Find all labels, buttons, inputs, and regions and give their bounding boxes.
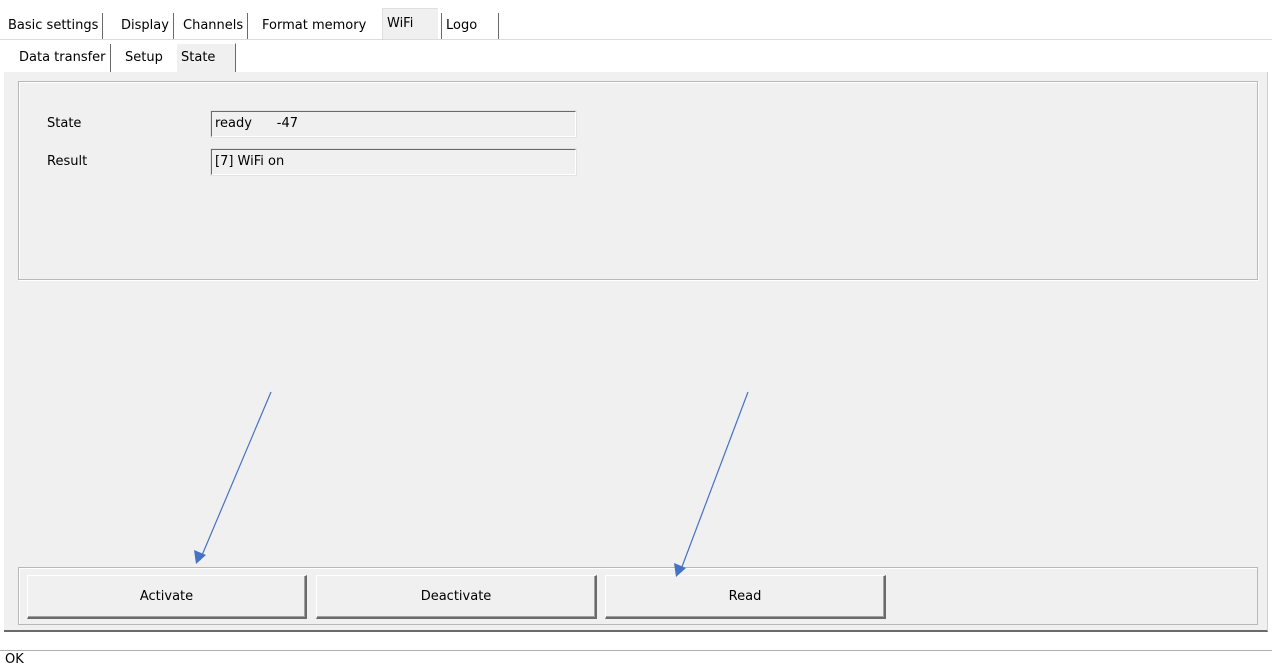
subtab-state[interactable]: State bbox=[176, 43, 236, 73]
activate-button[interactable]: Activate bbox=[27, 575, 307, 619]
result-value-field: [7] WiFi on bbox=[211, 149, 576, 175]
subtab-setup[interactable]: Setup bbox=[121, 44, 167, 72]
state-value-field: ready -47 bbox=[211, 111, 576, 137]
read-button[interactable]: Read bbox=[605, 575, 886, 619]
result-label: Result bbox=[47, 154, 88, 169]
status-text: OK bbox=[5, 652, 24, 667]
tab-display[interactable]: Display bbox=[117, 13, 174, 40]
tab-logo[interactable]: Logo bbox=[441, 13, 499, 40]
deactivate-button[interactable]: Deactivate bbox=[316, 575, 597, 619]
tab-wifi[interactable]: WiFi bbox=[382, 8, 438, 40]
statusbar-divider bbox=[0, 650, 1272, 651]
tab-basic-settings[interactable]: Basic settings bbox=[4, 13, 104, 40]
tab-format-memory[interactable]: Format memory bbox=[258, 13, 371, 40]
main-tab-strip: Basic settings Display Channels Format m… bbox=[0, 0, 1272, 40]
subtab-data-transfer[interactable]: Data transfer bbox=[15, 44, 111, 72]
state-groupbox bbox=[18, 81, 1258, 280]
tab-channels[interactable]: Channels bbox=[179, 13, 249, 40]
state-label: State bbox=[47, 116, 82, 131]
tab-strip-divider bbox=[0, 39, 1272, 40]
